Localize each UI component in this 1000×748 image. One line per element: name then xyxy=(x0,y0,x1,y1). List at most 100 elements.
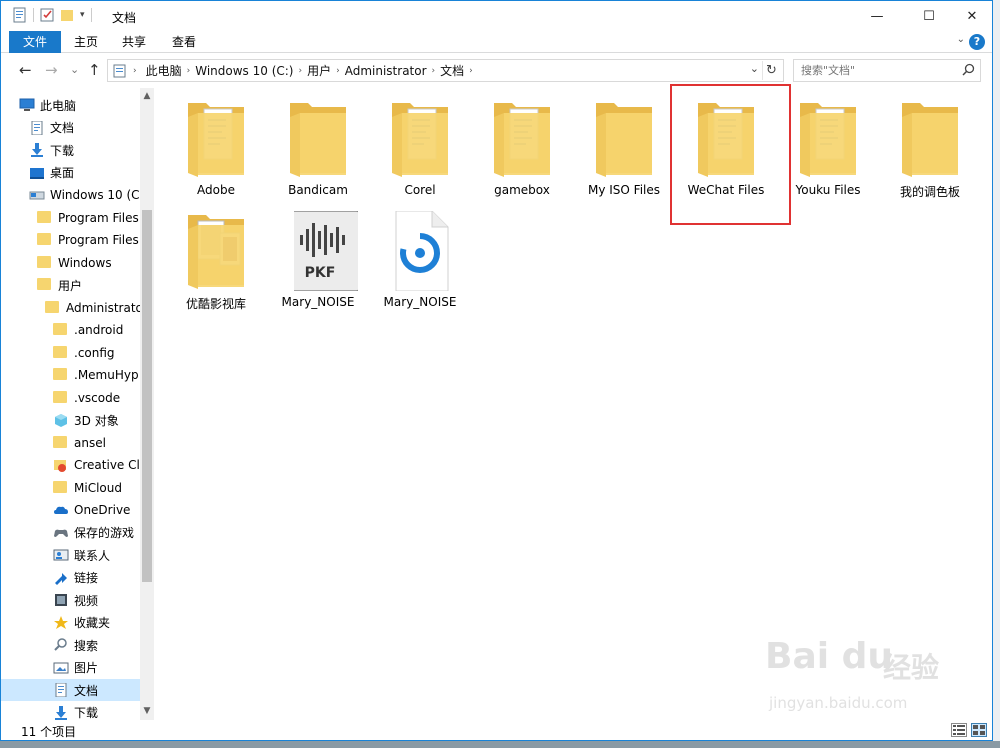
tree-item[interactable]: 桌面 xyxy=(1,162,140,184)
file-item[interactable]: Youku Files xyxy=(780,86,876,197)
tree-item-label: 收藏夹 xyxy=(74,616,111,630)
tree-item[interactable]: 视频 xyxy=(1,589,140,611)
document-icon xyxy=(53,682,69,698)
contacts-icon xyxy=(53,548,69,562)
breadcrumb-this-pc[interactable]: 此电脑 xyxy=(141,62,187,79)
tree-item[interactable]: 此电脑 xyxy=(1,94,140,116)
file-item[interactable]: My ISO Files xyxy=(576,86,672,197)
up-button[interactable]: ↑ xyxy=(88,61,101,79)
scroll-thumb[interactable] xyxy=(142,210,152,582)
tree-item[interactable]: 链接 xyxy=(1,567,140,589)
tree-item[interactable]: ansel xyxy=(1,432,140,454)
minimize-button[interactable]: — xyxy=(854,1,900,31)
breadcrumb-separator[interactable]: › xyxy=(133,66,137,76)
file-item[interactable]: Corel xyxy=(372,86,468,197)
scroll-up-button[interactable]: ▲ xyxy=(140,88,154,105)
tree-item[interactable]: 收藏夹 xyxy=(1,612,140,634)
tab-view[interactable]: 查看 xyxy=(165,31,203,53)
favorites-icon xyxy=(53,615,69,630)
details-view-button[interactable] xyxy=(951,723,967,737)
address-bar[interactable]: › 此电脑 › Windows 10 (C:) › 用户 › Administr… xyxy=(107,59,784,82)
explorer-window: ▾ 文档 — ☐ ✕ 文件 主页 共享 查看 ⌄ ? ← → ⌄ ↑ › 此电脑… xyxy=(0,0,993,741)
magnifier-icon[interactable] xyxy=(962,63,975,80)
breadcrumb-drive[interactable]: Windows 10 (C:) xyxy=(190,64,298,78)
tree-item[interactable]: MiCloud xyxy=(1,477,140,499)
tab-home[interactable]: 主页 xyxy=(67,31,105,53)
tree-item-label: 用户 xyxy=(58,278,83,293)
folder-icon xyxy=(490,99,554,179)
back-button[interactable]: ← xyxy=(19,61,32,79)
checkmark-icon[interactable] xyxy=(40,7,54,23)
file-item[interactable]: 优酷影视库 xyxy=(168,198,264,311)
tree-item[interactable]: 搜索 xyxy=(1,634,140,656)
large-icons-view-button[interactable] xyxy=(971,723,987,737)
tab-file[interactable]: 文件 xyxy=(9,31,61,53)
tree-item-label: 下载 xyxy=(74,706,99,720)
forward-button[interactable]: → xyxy=(45,61,58,79)
quick-access-toolbar: ▾ xyxy=(13,7,92,23)
tree-item[interactable]: .config xyxy=(1,342,140,364)
tree-item-label: .MemuHyp xyxy=(74,368,139,382)
tree-item[interactable]: Windows 10 (C xyxy=(1,184,140,206)
background-window-edge xyxy=(993,0,1000,748)
breadcrumb-documents[interactable]: 文档 xyxy=(435,62,469,79)
tree-item[interactable]: 文档 xyxy=(1,679,140,701)
file-item[interactable]: 我的调色板 xyxy=(882,86,978,199)
tree-item-label: 下载 xyxy=(50,143,75,158)
folder-icon xyxy=(37,255,53,270)
tree-item[interactable]: Creative Cl xyxy=(1,454,140,476)
folder-icon xyxy=(53,480,69,495)
tree-item-label: 文档 xyxy=(74,683,99,698)
refresh-button[interactable]: ↻ xyxy=(762,61,780,80)
file-item[interactable]: Bandicam xyxy=(270,86,366,197)
recent-locations-button[interactable]: ⌄ xyxy=(70,63,79,76)
help-button[interactable]: ? xyxy=(969,34,985,50)
close-button[interactable]: ✕ xyxy=(949,1,992,31)
nav-scrollbar[interactable]: ▲ ▼ xyxy=(140,88,154,720)
highlight-box xyxy=(670,84,791,225)
file-item[interactable]: Adobe xyxy=(168,86,264,197)
tree-item[interactable]: .vscode xyxy=(1,387,140,409)
search-box[interactable] xyxy=(793,59,981,82)
file-item-label: gamebox xyxy=(494,183,550,197)
address-dropdown-icon[interactable]: ⌄ xyxy=(750,62,759,75)
folder-icon xyxy=(898,99,962,179)
navigation-pane: 此电脑 文档 下载 桌面 Windows 10 (C Program Files Progr… xyxy=(1,88,154,720)
tree-item[interactable]: 用户 xyxy=(1,274,140,296)
tree-item[interactable]: .MemuHyp xyxy=(1,364,140,386)
tree-item[interactable]: Program Files xyxy=(1,207,140,229)
tree-item[interactable]: 文档 xyxy=(1,117,140,139)
tree-item-label: Windows xyxy=(58,255,112,270)
tree-item[interactable]: 保存的游戏 xyxy=(1,522,140,544)
properties-icon[interactable] xyxy=(13,7,27,23)
audio-file-icon xyxy=(388,210,452,292)
expand-ribbon-icon[interactable]: ⌄ xyxy=(957,34,965,45)
tree-item[interactable]: .android xyxy=(1,319,140,341)
tree-item[interactable]: 图片 xyxy=(1,657,140,679)
file-item-label: My ISO Files xyxy=(587,183,661,197)
qat-dropdown-icon[interactable]: ▾ xyxy=(80,10,85,20)
tree-item-label: 搜索 xyxy=(74,638,99,653)
breadcrumb-separator[interactable]: › xyxy=(469,66,473,76)
tree-item-label: MiCloud xyxy=(74,480,122,495)
tree-item-label: 视频 xyxy=(74,593,99,608)
breadcrumb-users[interactable]: 用户 xyxy=(302,62,336,79)
tree-item[interactable]: 3D 对象 xyxy=(1,409,140,431)
tree-item[interactable]: 下载 xyxy=(1,702,140,720)
tab-share[interactable]: 共享 xyxy=(115,31,153,53)
title-bar: ▾ 文档 — ☐ ✕ xyxy=(1,1,992,31)
file-item[interactable]: gamebox xyxy=(474,86,570,197)
tree-item[interactable]: 联系人 xyxy=(1,544,140,566)
search-input[interactable] xyxy=(794,60,954,81)
tree-item[interactable]: Windows xyxy=(1,252,140,274)
new-folder-icon[interactable] xyxy=(60,7,74,23)
tree-item[interactable]: Administrato xyxy=(1,297,140,319)
tree-item[interactable]: 下载 xyxy=(1,139,140,161)
file-item[interactable]: Mary_NOISE xyxy=(372,198,468,309)
tree-item[interactable]: OneDrive xyxy=(1,499,140,521)
breadcrumb-administrator[interactable]: Administrator xyxy=(340,64,432,78)
file-item[interactable]: PKF Mary_NOISE xyxy=(270,198,366,309)
maximize-button[interactable]: ☐ xyxy=(906,1,952,31)
scroll-down-button[interactable]: ▼ xyxy=(140,703,154,720)
tree-item[interactable]: Program Files xyxy=(1,229,140,251)
